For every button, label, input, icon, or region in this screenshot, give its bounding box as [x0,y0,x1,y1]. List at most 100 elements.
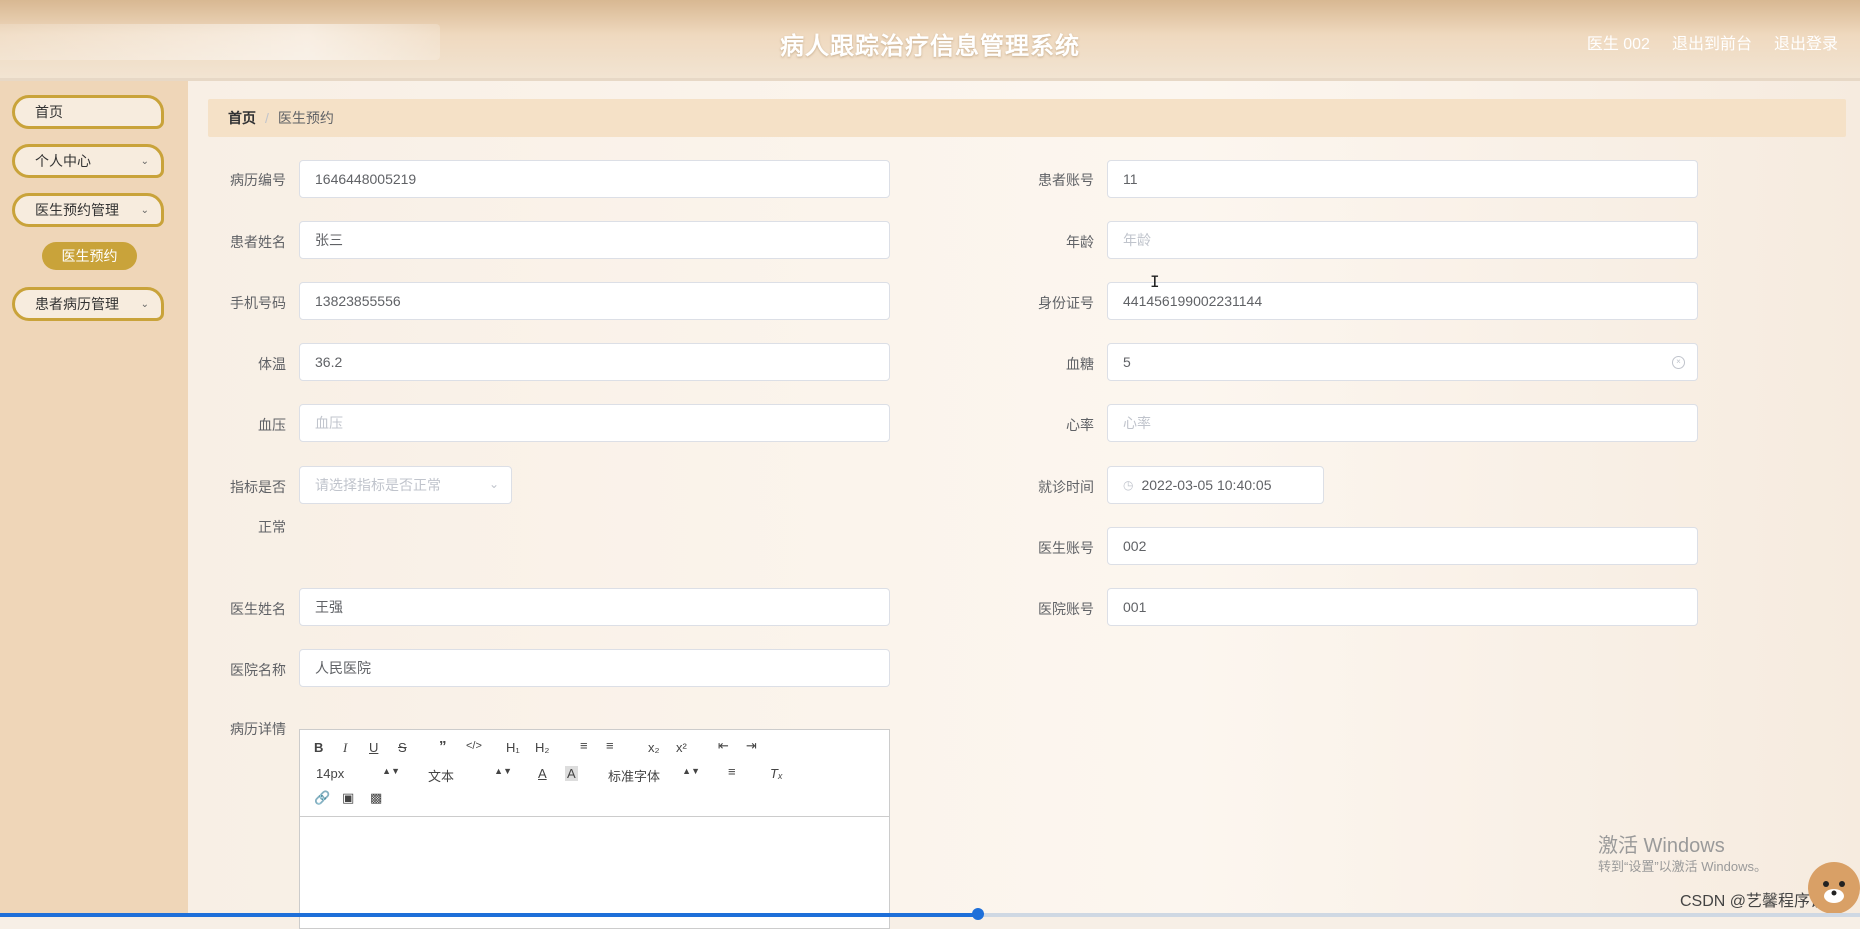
visit-time-picker[interactable]: ◷ 2022-03-05 10:40:05 [1107,466,1324,504]
clock-icon: ◷ [1123,478,1134,492]
underline-icon[interactable]: U [369,740,378,755]
breadcrumb-home[interactable]: 首页 [228,108,256,128]
temperature-label: 体温 [258,356,286,372]
sidebar: 首页 个人中心 ⌄ 医生预约管理 ⌄ 医生预约 患者病历管理 ⌄ [0,81,188,917]
windows-activation-hint: 转到“设置”以激活 Windows。 [1598,859,1768,874]
editor-content-area[interactable] [300,817,889,927]
sidebar-item-doctor-appointment-mgmt[interactable]: 医生预约管理 ⌄ [12,193,164,227]
link-icon[interactable]: 🔗 [314,790,330,806]
sidebar-item-label: 医生预约管理 [35,202,119,218]
chevron-down-icon: ⌄ [488,477,499,491]
sidebar-item-label: 患者病历管理 [35,296,119,312]
font-family-value: 标准字体 [608,769,661,784]
font-size-select[interactable]: 14px ▲▼ [316,766,400,781]
visit-time-label: 就诊时间 [1038,479,1094,495]
superscript-icon[interactable]: x² [676,740,687,755]
editor-toolbar: B I U S ” </> H₁ H₂ ≡ ≡ x₂ x² ⇤ ⇥ 14px ▲… [300,730,889,817]
outdent-icon[interactable]: ⇤ [718,738,729,754]
italic-icon[interactable]: I [343,740,347,756]
background-color-icon[interactable]: A [565,766,578,781]
visit-time-value: 2022-03-05 10:40:05 [1141,477,1272,493]
block-type-value: 文本 [428,769,455,784]
heart-rate-input[interactable]: 心率 [1107,404,1698,442]
image-icon[interactable]: ▣ [342,790,354,806]
indent-icon[interactable]: ⇥ [746,738,757,754]
sidebar-item-patient-record-mgmt[interactable]: 患者病历管理 ⌄ [12,287,164,321]
breadcrumb-separator: / [265,110,269,126]
header2-icon[interactable]: H₂ [535,740,549,755]
windows-activation-title: 激活 Windows [1598,835,1725,857]
indicator-normal-label: 指标是否 [230,479,286,495]
code-block-icon[interactable]: </> [466,740,482,752]
phone-label: 手机号码 [230,295,286,311]
align-icon[interactable]: ≡ [728,764,736,779]
indicator-normal-placeholder: 请选择指标是否正常 [315,477,441,493]
logout-link[interactable]: 退出登录 [1774,30,1838,54]
font-size-value: 14px [316,766,345,781]
doctor-name-input[interactable]: 王强 [299,588,890,626]
block-type-select[interactable]: 文本 ▲▼ [428,766,512,785]
header1-icon[interactable]: H₁ [506,740,520,755]
doctor-account-label: 医生账号 [1038,540,1094,556]
ordered-list-icon[interactable]: ≡ [580,738,588,753]
text-cursor-icon: I [1150,272,1160,291]
sidebar-item-label: 个人中心 [35,153,91,169]
blood-sugar-label: 血糖 [1066,356,1094,372]
hospital-account-input[interactable]: 001 [1107,588,1698,626]
doctor-account-input[interactable]: 002 [1107,527,1698,565]
subscript-icon[interactable]: x₂ [648,740,660,755]
blood-pressure-input[interactable]: 血压 [299,404,890,442]
age-label: 年龄 [1066,234,1094,250]
clear-icon[interactable]: × [1672,356,1685,369]
video-icon[interactable]: ▩ [370,790,382,806]
progress-handle[interactable] [972,908,984,920]
hospital-name-input[interactable]: 人民医院 [299,649,890,687]
temperature-input[interactable]: 36.2 [299,343,890,381]
id-card-label: 身份证号 [1038,295,1094,311]
current-user: 医生 002 [1586,36,1650,53]
sidebar-subitem-doctor-appointment[interactable]: 医生预约 [42,242,137,270]
header-actions: 医生 002 退出到前台 退出登录 [1587,30,1838,54]
select-arrow-icon: ▲▼ [382,766,400,776]
sidebar-item-personal-center[interactable]: 个人中心 ⌄ [12,144,164,178]
hospital-account-label: 医院账号 [1038,601,1094,617]
chevron-down-icon: ⌄ [140,205,149,216]
bullet-list-icon[interactable]: ≡ [606,738,614,753]
doctor-name-label: 医生姓名 [230,601,286,617]
id-card-input[interactable]: 441456199002231144 [1107,282,1698,320]
record-detail-label: 病历详情 [230,721,286,737]
blood-pressure-label: 血压 [258,417,286,433]
dog-mascot-icon [1808,862,1860,914]
record-no-input[interactable]: 1646448005219 [299,160,890,198]
patient-name-label: 患者姓名 [230,234,286,250]
font-family-select[interactable]: 标准字体 ▲▼ [608,766,700,785]
chevron-down-icon: ⌄ [140,299,149,310]
blood-sugar-input[interactable]: 5 × [1107,343,1698,381]
select-arrow-icon: ▲▼ [682,766,700,776]
bold-icon[interactable]: B [314,740,323,755]
app-title: 病人跟踪治疗信息管理系统 [780,33,1080,60]
breadcrumb-current: 医生预约 [277,110,334,126]
age-input[interactable]: 年龄 [1107,221,1698,259]
patient-account-label: 患者账号 [1038,172,1094,188]
blockquote-icon[interactable]: ” [439,738,447,755]
progress-fill [0,913,978,917]
chevron-down-icon: ⌄ [140,156,149,167]
heart-rate-label: 心率 [1066,417,1094,433]
record-no-label: 病历编号 [230,172,286,188]
patient-name-input[interactable]: 张三 [299,221,890,259]
phone-input[interactable]: 13823855556 [299,282,890,320]
hospital-name-label: 医院名称 [230,662,286,678]
blood-sugar-value: 5 [1123,354,1131,370]
indicator-normal-label-line2: 正常 [258,519,286,535]
clear-format-icon[interactable]: Tₓ [770,766,783,781]
select-arrow-icon: ▲▼ [494,766,512,776]
exit-to-front-link[interactable]: 退出到前台 [1672,30,1752,54]
indicator-normal-select[interactable]: 请选择指标是否正常 ⌄ [299,466,512,504]
sidebar-item-home[interactable]: 首页 [12,95,164,129]
strikethrough-icon[interactable]: S [398,740,407,755]
patient-account-input[interactable]: 11 [1107,160,1698,198]
app-header: 病人跟踪治疗信息管理系统 医生 002 退出到前台 退出登录 [0,0,1860,81]
font-color-icon[interactable]: A [538,766,547,781]
sidebar-item-label: 首页 [35,104,63,120]
